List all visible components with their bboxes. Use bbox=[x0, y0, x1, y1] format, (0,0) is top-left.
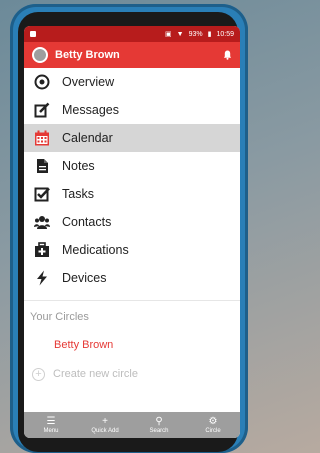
notification-icon bbox=[30, 31, 36, 37]
menu-label: Devices bbox=[62, 271, 107, 285]
menu-item-contacts[interactable]: Contacts bbox=[24, 208, 240, 236]
menu-label: Medications bbox=[62, 243, 129, 257]
add-circle-icon: + bbox=[32, 367, 45, 381]
battery-level: 93% bbox=[188, 30, 203, 38]
plus-icon: + bbox=[102, 415, 108, 427]
overview-icon bbox=[34, 74, 50, 90]
circles-heading: Your Circles bbox=[30, 311, 89, 323]
user-name: Betty Brown bbox=[55, 49, 120, 61]
menu-label: Tasks bbox=[62, 187, 94, 201]
menu-item-medications[interactable]: Medications bbox=[24, 236, 240, 264]
circle-item-betty-brown[interactable]: Betty Brown bbox=[24, 331, 240, 359]
battery-icon: ▮ bbox=[207, 31, 212, 38]
contacts-icon bbox=[34, 216, 50, 229]
drawer-header[interactable]: Betty Brown bbox=[24, 42, 240, 68]
notes-icon bbox=[37, 159, 48, 173]
gear-icon: ⚙ bbox=[208, 415, 218, 427]
menu-item-calendar[interactable]: Calendar bbox=[24, 124, 240, 152]
menu-item-devices[interactable]: Devices bbox=[24, 264, 240, 292]
bell-icon[interactable] bbox=[223, 50, 232, 60]
tasks-icon bbox=[34, 187, 50, 202]
create-circle-label: Create new circle bbox=[53, 368, 138, 380]
tab-circle[interactable]: ⚙ Circle bbox=[186, 412, 240, 438]
tab-label: Quick Add bbox=[91, 427, 119, 434]
menu-icon: ☰ bbox=[46, 415, 56, 427]
nav-menu: Overview Messages Calendar Notes Tasks C… bbox=[24, 68, 240, 292]
status-bar: ▣ ▼ 93% ▮ 10:59 bbox=[24, 26, 240, 42]
tab-menu[interactable]: ☰ Menu bbox=[24, 412, 78, 438]
menu-item-messages[interactable]: Messages bbox=[24, 96, 240, 124]
clock: 10:59 bbox=[216, 30, 234, 38]
tab-label: Menu bbox=[43, 427, 59, 434]
medications-icon bbox=[35, 242, 49, 257]
menu-item-overview[interactable]: Overview bbox=[24, 68, 240, 96]
menu-label: Calendar bbox=[62, 131, 113, 145]
search-icon: ⚲ bbox=[155, 415, 163, 427]
wifi-icon: ▼ bbox=[176, 30, 184, 38]
menu-label: Notes bbox=[62, 159, 95, 173]
menu-item-tasks[interactable]: Tasks bbox=[24, 180, 240, 208]
devices-icon bbox=[37, 270, 47, 286]
app-screen: ▣ ▼ 93% ▮ 10:59 Betty Brown Overview Mes… bbox=[24, 26, 240, 438]
menu-label: Messages bbox=[62, 103, 119, 117]
vibrate-icon: ▣ bbox=[165, 31, 172, 38]
create-circle-button[interactable]: + Create new circle bbox=[24, 359, 240, 385]
menu-label: Overview bbox=[62, 75, 115, 89]
calendar-icon bbox=[35, 130, 49, 146]
menu-item-notes[interactable]: Notes bbox=[24, 152, 240, 180]
tab-label: Search bbox=[149, 427, 169, 434]
avatar[interactable] bbox=[32, 47, 48, 63]
bottom-nav: ☰ Menu + Quick Add ⚲ Search ⚙ Circle bbox=[24, 412, 240, 438]
tab-search[interactable]: ⚲ Search bbox=[132, 412, 186, 438]
tab-quick-add[interactable]: + Quick Add bbox=[78, 412, 132, 438]
tab-label: Circle bbox=[205, 427, 221, 434]
messages-icon bbox=[34, 102, 50, 118]
menu-label: Contacts bbox=[62, 215, 112, 229]
